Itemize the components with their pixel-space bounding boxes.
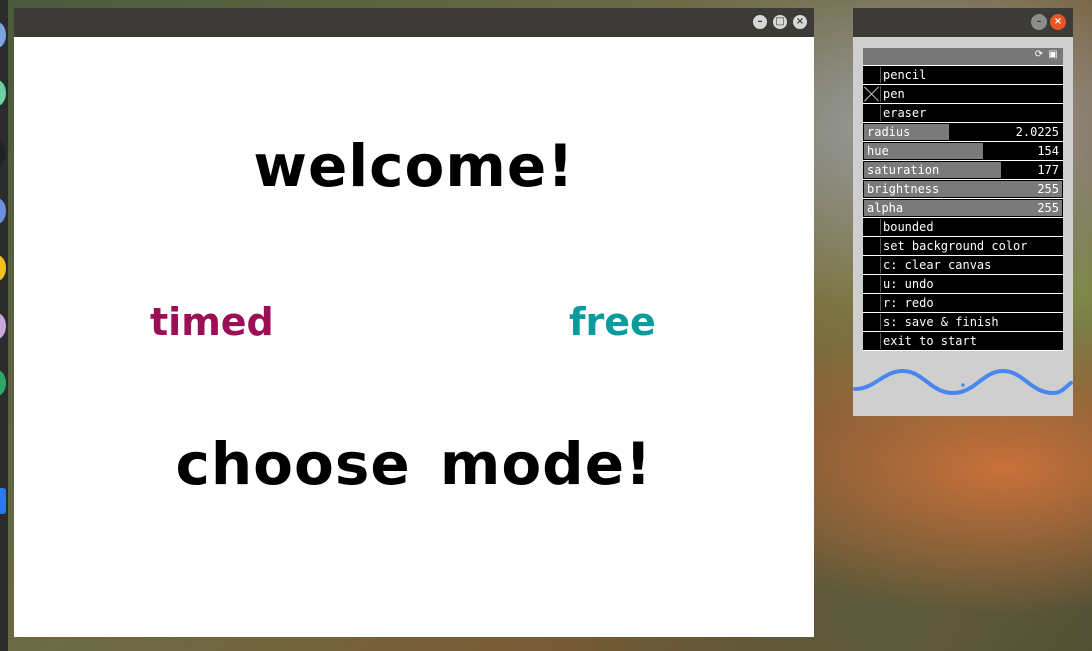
toggle-label: s: save & finish <box>883 315 999 329</box>
dock-app-icon[interactable] <box>0 140 6 166</box>
gui-header: ⟳ ▣ <box>863 48 1063 66</box>
gui-panel-window: – × ⟳ ▣ pencil pen eraser radius 2.0225 hue 1… <box>853 8 1073 416</box>
choose-mode-heading: choose mode! <box>175 430 653 498</box>
toggle-pen[interactable]: pen <box>863 85 1063 104</box>
welcome-heading: welcome! <box>253 132 575 200</box>
slider-brightness[interactable]: brightness 255 <box>863 180 1063 199</box>
toggle-s-save-finish[interactable]: s: save & finish <box>863 313 1063 332</box>
toggle-r-redo[interactable]: r: redo <box>863 294 1063 313</box>
slider-saturation[interactable]: saturation 177 <box>863 161 1063 180</box>
dock-app-icon[interactable] <box>0 80 6 106</box>
toggle-label: u: undo <box>883 277 934 291</box>
toggle-bounded[interactable]: bounded <box>863 218 1063 237</box>
dock-app-icon[interactable] <box>0 370 6 396</box>
launcher-dock <box>0 0 8 651</box>
slider-radius[interactable]: radius 2.0225 <box>863 123 1063 142</box>
main-titlebar[interactable]: – □ × <box>14 8 814 37</box>
free-mode-button[interactable]: free <box>569 300 656 344</box>
close-button[interactable]: × <box>793 15 807 29</box>
dock-app-icon[interactable] <box>0 255 6 281</box>
checkbox[interactable] <box>864 67 881 83</box>
sketch-canvas[interactable]: welcome! timed free choose mode! <box>14 37 814 637</box>
toggle-label: r: redo <box>883 296 934 310</box>
checkbox[interactable] <box>864 238 881 254</box>
slider-value: 255 <box>1037 201 1059 215</box>
refresh-icon[interactable]: ⟳ <box>1033 49 1045 61</box>
slider-label: hue <box>867 144 889 158</box>
dock-app-icon[interactable] <box>0 313 6 339</box>
slider-value: 177 <box>1037 163 1059 177</box>
gui-titlebar[interactable]: – × <box>853 8 1073 37</box>
slider-alpha[interactable]: alpha 255 <box>863 199 1063 218</box>
toggle-label: exit to start <box>883 334 977 348</box>
gui-close-button[interactable]: × <box>1050 14 1066 30</box>
checkbox[interactable] <box>864 333 881 349</box>
checkbox[interactable] <box>864 86 881 102</box>
slider-hue[interactable]: hue 154 <box>863 142 1063 161</box>
color-wave-preview <box>853 368 1073 396</box>
timed-mode-button[interactable]: timed <box>150 300 274 344</box>
dock-app-icon[interactable] <box>0 198 6 224</box>
save-icon[interactable]: ▣ <box>1047 49 1059 61</box>
toggle-exit-to-start[interactable]: exit to start <box>863 332 1063 351</box>
slider-label: saturation <box>867 163 940 177</box>
checkbox[interactable] <box>864 314 881 330</box>
toggle-label: c: clear canvas <box>883 258 992 272</box>
toggle-c-clear-canvas[interactable]: c: clear canvas <box>863 256 1063 275</box>
gui-minimize-button[interactable]: – <box>1031 14 1047 30</box>
toggle-set-background-color[interactable]: set background color <box>863 237 1063 256</box>
toggle-label: pencil <box>883 68 927 82</box>
toggle-eraser[interactable]: eraser <box>863 104 1063 123</box>
toggle-pencil[interactable]: pencil <box>863 66 1063 85</box>
slider-value: 154 <box>1037 144 1059 158</box>
slider-label: radius <box>867 125 911 139</box>
checkbox[interactable] <box>864 105 881 121</box>
checkbox[interactable] <box>864 219 881 235</box>
slider-value: 2.0225 <box>1015 125 1059 139</box>
checkbox[interactable] <box>864 295 881 311</box>
toggle-u-undo[interactable]: u: undo <box>863 275 1063 294</box>
toggle-label: pen <box>883 87 905 101</box>
dock-app-icon[interactable] <box>0 22 6 48</box>
toggle-label: eraser <box>883 106 927 120</box>
checkbox[interactable] <box>864 276 881 292</box>
checkbox[interactable] <box>864 257 881 273</box>
minimize-button[interactable]: – <box>753 15 767 29</box>
slider-label: alpha <box>867 201 904 215</box>
slider-label: brightness <box>867 182 940 196</box>
maximize-button[interactable]: □ <box>773 15 787 29</box>
toggle-label: set background color <box>883 239 1028 253</box>
gui-controls: ⟳ ▣ pencil pen eraser radius 2.0225 hue 154 sa… <box>863 48 1063 351</box>
toggle-label: bounded <box>883 220 934 234</box>
main-window: – □ × welcome! timed free choose mode! <box>14 8 814 637</box>
dock-app-icon[interactable] <box>0 488 6 514</box>
slider-value: 255 <box>1037 182 1059 196</box>
